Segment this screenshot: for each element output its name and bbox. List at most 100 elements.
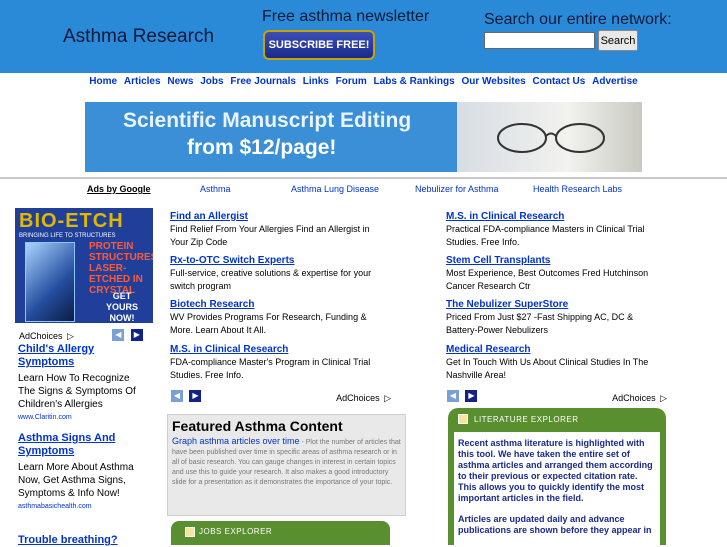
featured-title: Featured Asthma Content (172, 418, 343, 434)
mid-ad-title[interactable]: Biotech Research (170, 298, 385, 311)
nav-advertise[interactable]: Advertise (592, 76, 638, 87)
adchoices-icon: ▷ (660, 393, 667, 403)
right-ad-body: Practical FDA-compliance Masters in Clin… (446, 224, 645, 247)
mid-ad-body: Find Relief From Your Allergies Find an … (170, 224, 370, 247)
prev-arrow-icon[interactable]: ◀ (112, 328, 125, 341)
bio-etch-cta: GET YOURS NOW! (105, 291, 138, 323)
ads-link-row: Ads by Google Asthma Asthma Lung Disease… (0, 184, 727, 196)
glasses-icon (497, 123, 605, 153)
search-button[interactable]: Search (598, 30, 638, 51)
mid-ad-body: FDA-compliance Master's Program in Clini… (170, 357, 371, 380)
bio-etch-ad[interactable]: BIO-ETCH BRINGING LIFE TO STRUCTURES PRO… (15, 208, 153, 323)
nav-home[interactable]: Home (89, 76, 117, 87)
nav-links[interactable]: Links (303, 76, 329, 87)
left-ad-title[interactable]: Trouble breathing? (18, 534, 140, 547)
main-nav: Home Articles News Jobs Free Journals Li… (0, 76, 727, 90)
right-ad-3[interactable]: The Nebulizer SuperStore Priced From Jus… (446, 298, 661, 337)
divider (0, 177, 727, 179)
mid-adchoices[interactable]: AdChoices ▷ (336, 388, 391, 406)
ad-link-nebulizer[interactable]: Nebulizer for Asthma (415, 184, 499, 194)
banner-line-1: Scientific Manuscript Editing (123, 109, 412, 132)
right-ad-title[interactable]: Stem Cell Transplants (446, 254, 661, 267)
adchoices-icon: ▷ (384, 393, 391, 403)
nav-our-websites[interactable]: Our Websites (461, 76, 525, 87)
search-input[interactable] (484, 32, 595, 49)
bio-etch-logo: BIO-ETCH (19, 210, 124, 232)
right-ad-2[interactable]: Stem Cell Transplants Most Experience, B… (446, 254, 661, 293)
right-ad-title[interactable]: The Nebulizer SuperStore (446, 298, 661, 311)
left-adchoices[interactable]: AdChoices ▷ ◀ ▶ (19, 326, 143, 344)
adchoices-label: AdChoices (336, 393, 380, 403)
left-ad-url[interactable]: asthmabasichealth.com (18, 500, 140, 513)
nav-forum[interactable]: Forum (336, 76, 367, 87)
right-ad-1[interactable]: M.S. in Clinical Research Practical FDA-… (446, 210, 661, 249)
mid-ad-title[interactable]: Find an Allergist (170, 210, 385, 223)
bio-etch-tagline: BRINGING LIFE TO STRUCTURES (19, 233, 116, 239)
mid-ad-4[interactable]: M.S. in Clinical Research FDA-compliance… (170, 343, 385, 382)
prev-arrow-icon[interactable]: ◀ (447, 389, 459, 402)
nav-free-journals[interactable]: Free Journals (230, 76, 296, 87)
bio-etch-text: PROTEIN STRUCTURES LASER-ETCHED IN CRYST… (89, 241, 153, 296)
jobs-explorer-title: JOBS EXPLORER (199, 527, 273, 536)
left-ad-2[interactable]: Asthma Signs And Symptoms Learn More Abo… (18, 432, 140, 513)
literature-explorer-panel: LITERATURE EXPLORER Recent asthma litera… (448, 408, 666, 545)
left-ad-3[interactable]: Trouble breathing? (18, 534, 140, 547)
nav-news[interactable]: News (167, 76, 193, 87)
site-title[interactable]: Asthma Research (63, 26, 214, 48)
adchoices-label: AdChoices (612, 393, 656, 403)
nav-contact-us[interactable]: Contact Us (533, 76, 586, 87)
literature-explorer-title: LITERATURE EXPLORER (474, 415, 579, 424)
jobs-explorer-panel[interactable]: JOBS EXPLORER (171, 521, 390, 545)
banner-ad[interactable]: Scientific Manuscript Editing from $12/p… (85, 102, 642, 172)
featured-desc: - Plot the number of articles that have … (172, 439, 401, 486)
literature-p1: Recent asthma literature is highlighted … (458, 438, 653, 503)
subscribe-button[interactable]: SUBSCRIBE FREE! (263, 30, 375, 60)
mid-ad-1[interactable]: Find an Allergist Find Relief From Your … (170, 210, 385, 249)
header-bar: Asthma Research Free asthma newsletter S… (0, 0, 727, 73)
mid-ad-controls: ◀ ▶ AdChoices ▷ (169, 387, 391, 405)
adchoices-label: AdChoices (19, 331, 63, 341)
right-adchoices[interactable]: AdChoices ▷ (612, 388, 667, 406)
ads-by-google[interactable]: Ads by Google (87, 184, 151, 194)
right-ad-body: Get In Touch With Us About Clinical Stud… (446, 357, 649, 380)
literature-p2: Articles are updated daily and advance p… (458, 514, 652, 535)
ad-link-health-research-labs[interactable]: Health Research Labs (533, 184, 622, 194)
ad-link-asthma-lung-disease[interactable]: Asthma Lung Disease (291, 184, 379, 194)
nav-labs-rankings[interactable]: Labs & Rankings (374, 76, 455, 87)
right-ad-title[interactable]: M.S. in Clinical Research (446, 210, 661, 223)
featured-text: Graph asthma articles over time - Plot t… (172, 436, 402, 488)
document-icon (458, 414, 468, 424)
mid-ad-2[interactable]: Rx-to-OTC Switch Experts Full-service, c… (170, 254, 385, 293)
literature-explorer-body: Recent asthma literature is highlighted … (454, 432, 660, 545)
crystal-image (25, 242, 75, 322)
next-arrow-icon[interactable]: ▶ (465, 389, 478, 402)
next-arrow-icon[interactable]: ▶ (189, 389, 202, 402)
featured-content-box: Featured Asthma Content Graph asthma art… (167, 414, 406, 516)
newsletter-title: Free asthma newsletter (262, 8, 430, 25)
mid-ad-title[interactable]: Rx-to-OTC Switch Experts (170, 254, 385, 267)
adchoices-icon: ▷ (66, 331, 74, 341)
mid-ad-body: WV Provides Programs For Research, Fundi… (170, 312, 367, 335)
nav-articles[interactable]: Articles (124, 76, 161, 87)
left-ad-title[interactable]: Child's Allergy Symptoms (18, 343, 138, 369)
prev-arrow-icon[interactable]: ◀ (171, 389, 183, 402)
ad-link-asthma[interactable]: Asthma (200, 184, 231, 194)
nav-jobs[interactable]: Jobs (200, 76, 223, 87)
next-arrow-icon[interactable]: ▶ (130, 328, 143, 341)
right-ad-controls: ◀ ▶ AdChoices ▷ (445, 387, 667, 405)
right-ad-4[interactable]: Medical Research Get In Touch With Us Ab… (446, 343, 661, 382)
right-ad-body: Most Experience, Best Outcomes Fred Hutc… (446, 268, 649, 291)
left-ad-1[interactable]: Child's Allergy Symptoms Learn How To Re… (18, 343, 138, 424)
right-ad-body: Priced From Just $27 -Fast Shipping AC, … (446, 312, 634, 335)
mid-ad-3[interactable]: Biotech Research WV Provides Programs Fo… (170, 298, 385, 337)
search-title: Search our entire network: (484, 11, 672, 28)
banner-line-2: from $12/page! (187, 136, 337, 159)
literature-explorer-text: Recent asthma literature is highlighted … (458, 438, 658, 536)
jobs-icon (185, 527, 195, 537)
right-ad-title[interactable]: Medical Research (446, 343, 661, 356)
mid-ad-title[interactable]: M.S. in Clinical Research (170, 343, 385, 356)
left-ad-body: Learn More About Asthma Now, Get Asthma … (18, 462, 134, 499)
featured-link[interactable]: Graph asthma articles over time (172, 436, 300, 446)
left-ad-url[interactable]: www.Claritin.com (18, 411, 138, 424)
left-ad-title[interactable]: Asthma Signs And Symptoms (18, 432, 140, 458)
